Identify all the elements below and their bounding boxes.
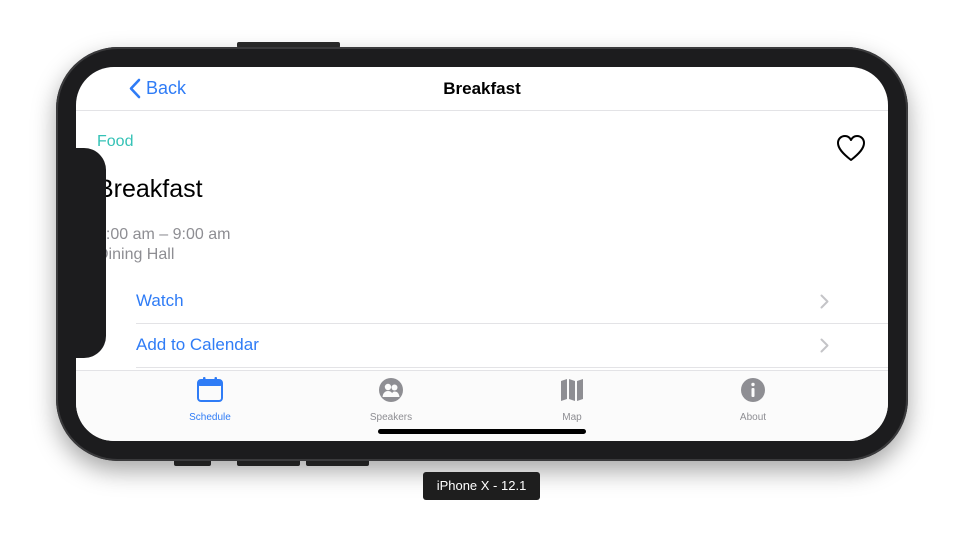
tab-label: Schedule xyxy=(189,412,231,423)
watch-label: Watch xyxy=(136,291,184,310)
add-to-calendar-label: Add to Calendar xyxy=(136,335,259,354)
tab-schedule[interactable]: Schedule xyxy=(165,377,255,423)
event-category[interactable]: Food xyxy=(97,133,133,151)
page-title: Breakfast xyxy=(443,79,521,98)
tab-map[interactable]: Map xyxy=(527,377,617,423)
tab-label: Speakers xyxy=(369,412,413,423)
event-location: Dining Hall xyxy=(97,246,175,263)
chevron-right-icon xyxy=(820,338,829,353)
calendar-icon xyxy=(197,377,223,402)
tab-label: About xyxy=(739,412,767,423)
chevron-right-icon xyxy=(820,294,829,309)
add-to-calendar-row[interactable]: Add to Calendar xyxy=(136,323,888,368)
app-screen: Back Breakfast Food Breakfast 8:00 am – … xyxy=(76,67,888,441)
sensor-housing xyxy=(76,148,106,358)
device-label: iPhone X - 12.1 xyxy=(423,472,540,500)
event-title: Breakfast xyxy=(97,175,203,203)
watch-row[interactable]: Watch xyxy=(136,279,888,324)
navigation-bar: Back Breakfast xyxy=(76,67,888,111)
home-indicator[interactable] xyxy=(378,429,586,434)
event-time: 8:00 am – 9:00 am xyxy=(97,226,231,243)
info-icon xyxy=(741,378,765,402)
tab-speakers[interactable]: Speakers xyxy=(346,377,436,423)
tab-label: Map xyxy=(562,412,582,423)
heart-icon xyxy=(837,135,865,161)
tab-about[interactable]: About xyxy=(708,377,798,423)
favorite-button[interactable] xyxy=(836,134,866,167)
speakers-icon xyxy=(379,378,403,402)
map-icon xyxy=(561,379,583,401)
